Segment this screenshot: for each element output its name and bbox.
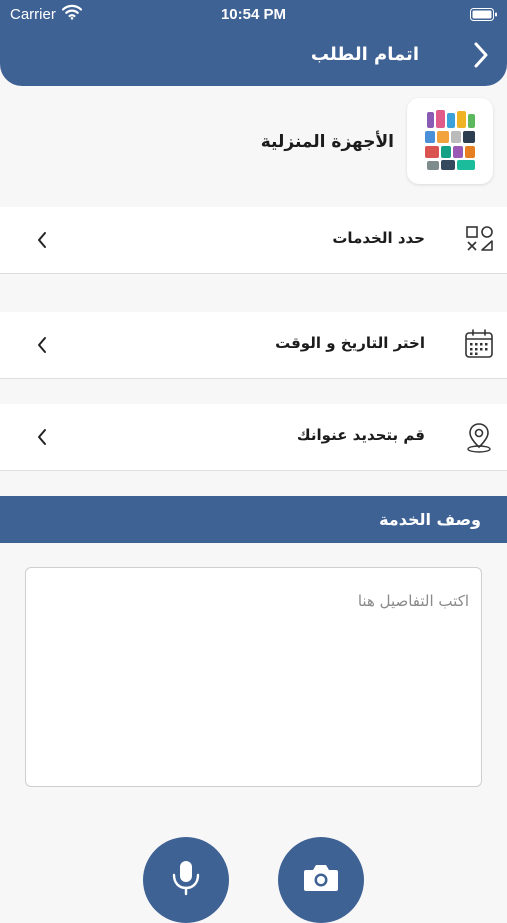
select-address-row[interactable]: قم بتحديد عنوانك xyxy=(0,404,507,471)
battery-icon xyxy=(470,8,497,21)
camera-icon xyxy=(304,865,338,891)
status-bar: Carrier 10:54 PM xyxy=(0,0,507,30)
details-textarea[interactable] xyxy=(26,568,481,786)
back-chevron-icon[interactable] xyxy=(473,42,489,68)
microphone-icon xyxy=(172,861,200,896)
select-date-time-label: اختر التاريخ و الوقت xyxy=(275,334,425,352)
category-thumbnail xyxy=(407,98,493,184)
location-pin-icon xyxy=(467,423,491,453)
service-description-header: وصف الخدمة xyxy=(0,496,507,543)
voice-record-button[interactable] xyxy=(143,837,229,923)
service-description-title: وصف الخدمة xyxy=(379,510,481,529)
page-title: اتمام الطلب xyxy=(310,44,419,65)
category-name: الأجهزة المنزلية xyxy=(260,132,394,152)
select-services-label: حدد الخدمات xyxy=(332,229,425,247)
camera-button[interactable] xyxy=(278,837,364,923)
services-shapes-icon xyxy=(466,226,493,251)
selected-category: الأجهزة المنزلية xyxy=(0,98,507,188)
select-address-label: قم بتحديد عنوانك xyxy=(296,426,425,444)
chevron-left-icon xyxy=(38,232,46,248)
header-bar: Carrier 10:54 PM اتمام الطلب xyxy=(0,0,507,86)
clock: 10:54 PM xyxy=(220,6,287,23)
select-date-time-row[interactable]: اختر التاريخ و الوقت xyxy=(0,312,507,379)
chevron-left-icon xyxy=(38,429,46,445)
details-box xyxy=(25,567,482,787)
chevron-left-icon xyxy=(38,337,46,353)
home-appliances-image xyxy=(425,110,475,170)
select-services-row[interactable]: حدد الخدمات xyxy=(0,207,507,274)
calendar-icon xyxy=(465,329,493,358)
